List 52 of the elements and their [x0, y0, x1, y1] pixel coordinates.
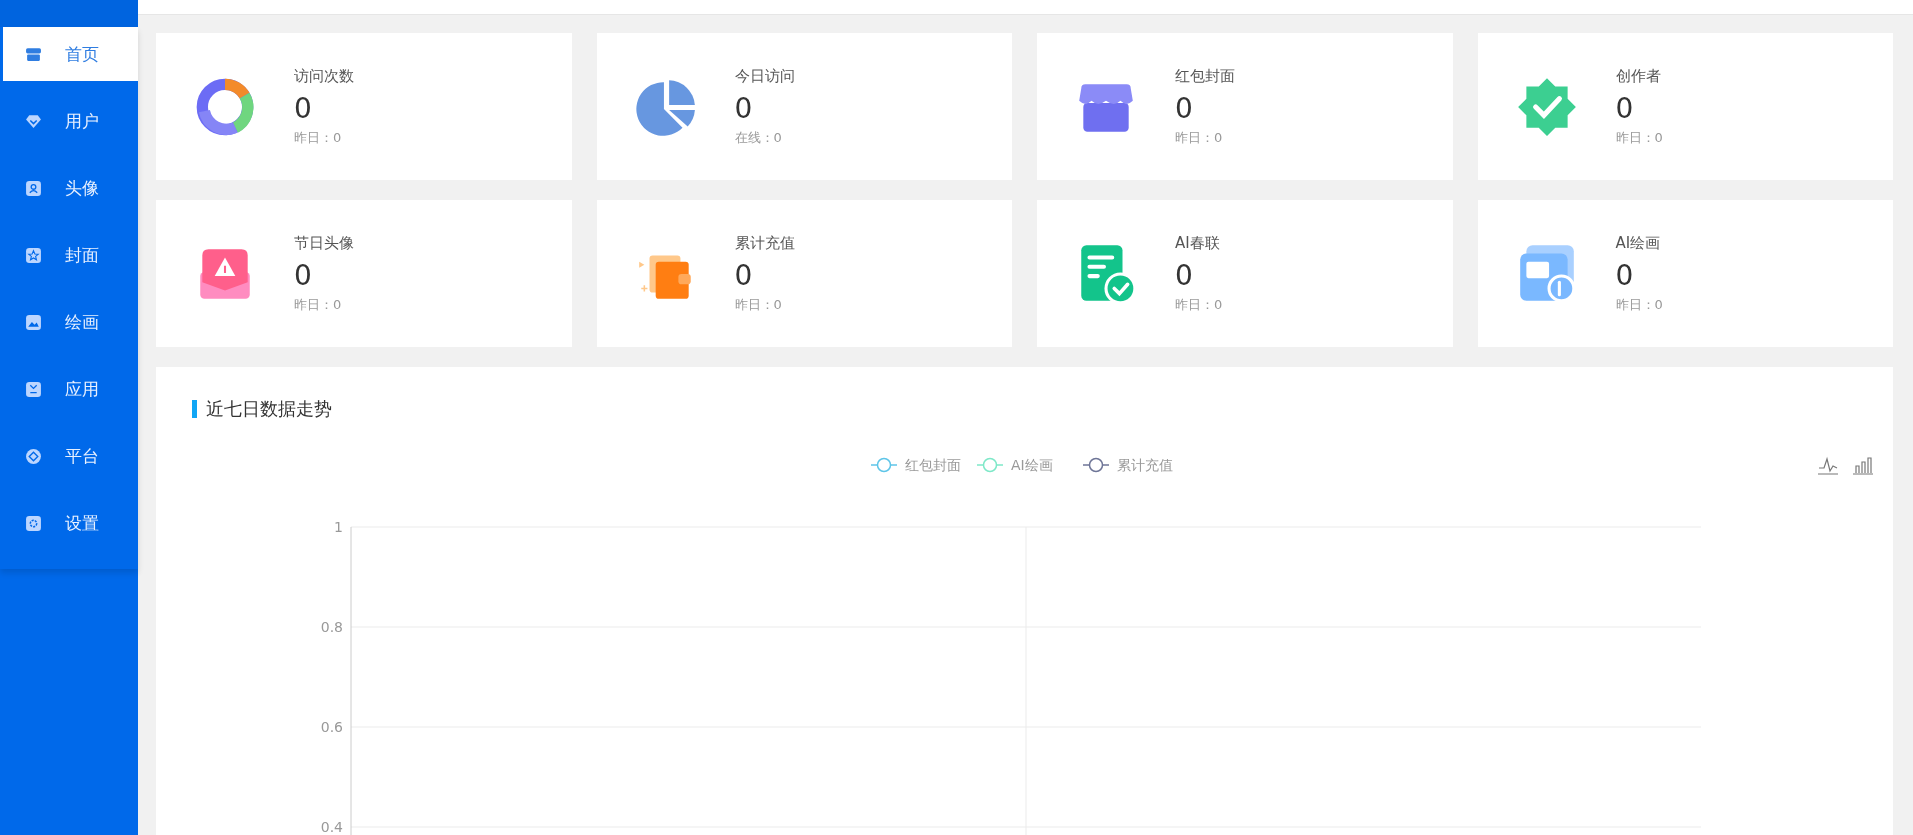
bar-chart-toggle-icon[interactable]: [1852, 457, 1874, 475]
y-tick-label: 1: [334, 519, 343, 535]
stat-subtext: 昨日：0: [734, 295, 783, 314]
box-icon: [25, 381, 42, 398]
sidebar-item[interactable]: 应用: [3, 356, 138, 423]
stat-subtext: 在线：0: [734, 128, 783, 147]
stat-title: 红包封面: [1175, 66, 1235, 86]
stat-value: 0: [1615, 258, 1635, 292]
legend-item[interactable]: 红包封面: [870, 456, 961, 473]
stat-value: 0: [294, 91, 313, 125]
stat-value: 0: [734, 258, 754, 292]
legend-label: AI绘画: [1011, 456, 1053, 473]
y-tick-label: 0.4: [320, 819, 343, 835]
diamond-icon: [25, 113, 42, 130]
sidebar-item[interactable]: 封面: [3, 222, 138, 289]
stat-title: 累计充值: [734, 233, 795, 253]
image-icon: [25, 314, 42, 331]
stat-subtext: 昨日：0: [1175, 128, 1224, 147]
stat-value: 0: [1175, 91, 1194, 125]
sidebar-item[interactable]: 平台: [3, 423, 138, 490]
sidebar-item[interactable]: 绘画: [3, 289, 138, 356]
stat-subtext: 昨日：0: [1175, 295, 1223, 314]
accent-bar: [192, 400, 197, 418]
legend-label: 累计充值: [1117, 456, 1173, 473]
stat-title: 创作者: [1615, 66, 1662, 86]
stat-value: 0: [294, 258, 313, 292]
line-chart-toggle-icon[interactable]: [1817, 456, 1839, 475]
user-badge-icon: [25, 180, 42, 197]
star-icon: [25, 247, 42, 264]
sidebar-item[interactable]: 设置: [3, 490, 138, 557]
sidebar-item[interactable]: 头像: [3, 155, 138, 222]
stat-title: 节日头像: [294, 233, 354, 253]
stat-title: AI绘画: [1615, 233, 1662, 253]
stat-subtext: 昨日：0: [294, 295, 343, 314]
chart-title: 近七日数据走势: [206, 397, 332, 421]
stat-subtext: 昨日：0: [1615, 295, 1663, 314]
stat-title: 今日访问: [734, 66, 795, 86]
stat-title: 访问次数: [294, 66, 354, 86]
stat-value: 0: [1615, 91, 1635, 125]
stat-value: 0: [734, 91, 754, 125]
y-tick-label: 0.8: [320, 619, 343, 635]
stat-subtext: 昨日：0: [1615, 128, 1663, 147]
sidebar-item[interactable]: 用户: [3, 88, 138, 155]
y-tick-label: 0.6: [320, 719, 343, 735]
legend-item[interactable]: AI绘画: [976, 456, 1053, 473]
legend-item[interactable]: 累计充值: [1082, 456, 1173, 473]
sidebar-item[interactable]: 首页: [3, 27, 138, 81]
stat-subtext: 昨日：0: [294, 128, 343, 147]
stat-value: 0: [1175, 258, 1194, 292]
store-icon: [25, 45, 42, 63]
stat-title: AI春联: [1175, 233, 1221, 253]
legend-label: 红包封面: [905, 456, 961, 473]
